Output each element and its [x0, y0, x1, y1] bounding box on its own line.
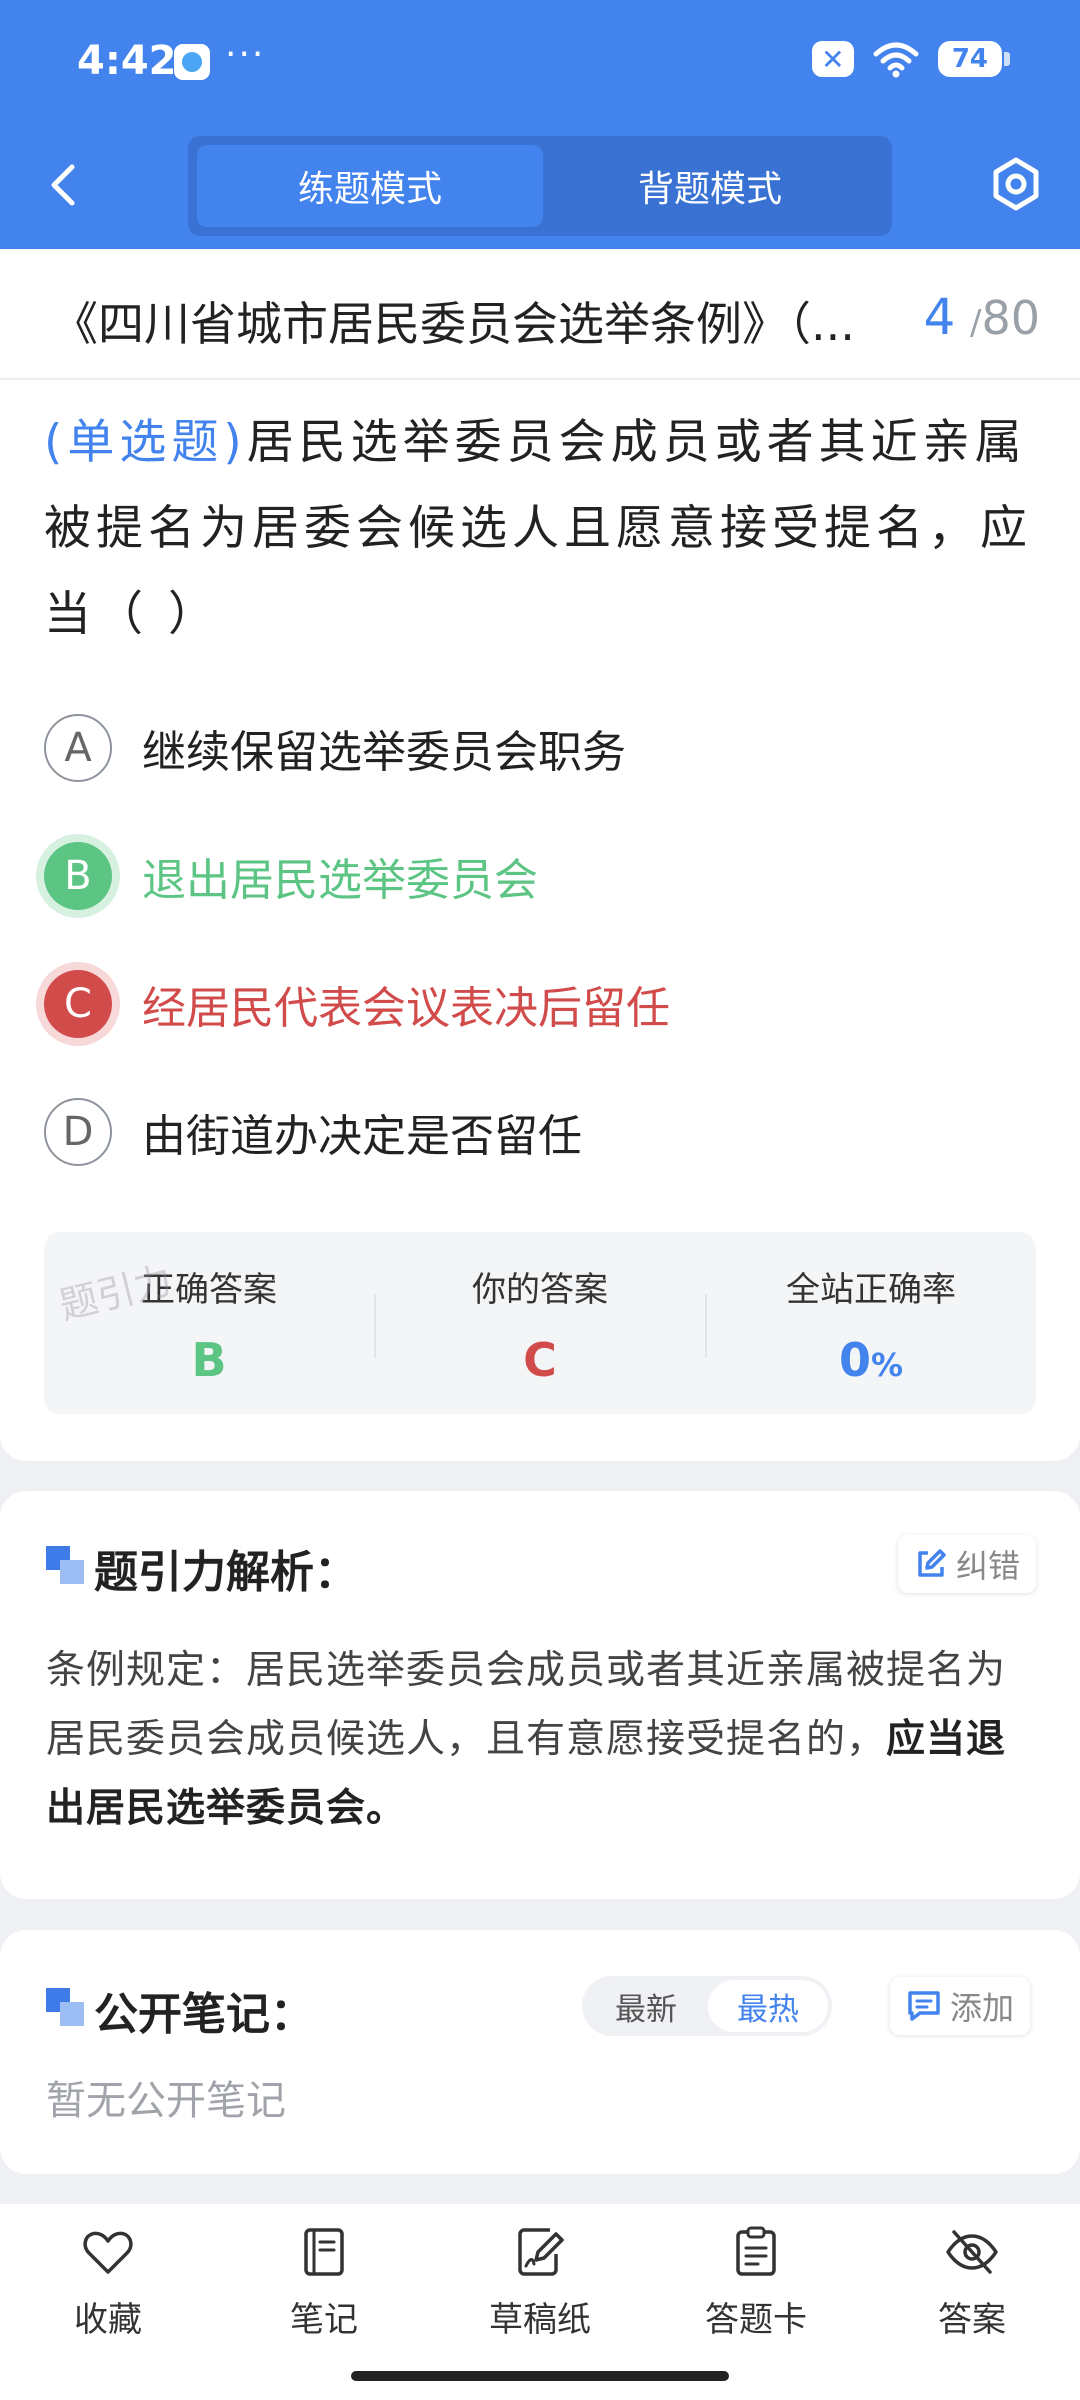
status-time: 4:42 — [77, 38, 177, 84]
collect-label: 收藏 — [74, 2300, 142, 2340]
divider — [0, 378, 1080, 380]
collect-button[interactable]: 收藏 — [28, 2224, 188, 2341]
wifi-icon — [873, 42, 919, 78]
accuracy-rate-unit: % — [870, 1346, 904, 1384]
mode-toggle: 练题模式 背题模式 — [188, 136, 892, 236]
battery-indicator: 74 — [937, 41, 1011, 77]
analysis-text: 条例规定：居民选举委员会成员或者其近亲属被提名为居民委员会成员候选人，且有意愿接… — [46, 1636, 1036, 1843]
your-answer-value: C — [523, 1333, 557, 1387]
option-text: 继续保留选举委员会职务 — [142, 727, 626, 778]
option-letter: B — [44, 842, 112, 910]
option-d[interactable]: D 由街道办决定是否留任 — [44, 1098, 582, 1166]
section-icon — [46, 1988, 84, 2026]
public-notes-card — [0, 1930, 1080, 2174]
report-error-label: 纠错 — [956, 1547, 1021, 1585]
draft-pencil-icon — [518, 2228, 564, 2276]
analysis-title: 题引力解析： — [94, 1547, 358, 1598]
question-type-label: (单选题) — [44, 415, 247, 470]
accuracy-rate-number: 0 — [838, 1333, 871, 1387]
app-notification-icon — [174, 44, 210, 80]
tab-memorize-mode[interactable]: 背题模式 — [537, 145, 883, 227]
home-indicator[interactable] — [351, 2371, 729, 2381]
back-arrow-icon[interactable] — [38, 155, 88, 215]
section-icon — [46, 1546, 84, 1584]
eye-off-icon — [946, 2230, 998, 2274]
question-progress: 4 /80 — [924, 288, 1040, 346]
progress-separator: / — [969, 303, 982, 343]
draft-paper-button[interactable]: 草稿纸 — [460, 2224, 620, 2341]
option-letter: C — [44, 970, 112, 1038]
accuracy-rate-label: 全站正确率 — [786, 1270, 956, 1310]
option-b-correct[interactable]: B 退出居民选举委员会 — [44, 842, 538, 910]
accuracy-rate-stat: 全站正确率 0% — [706, 1262, 1036, 1387]
mute-icon: ✕ — [811, 41, 854, 77]
notes-title: 公开笔记： — [94, 1989, 314, 2040]
question-text: (单选题)居民选举委员会成员或者其近亲属被提名为居委会候选人且愿意接受提名，应当… — [44, 400, 1044, 658]
analysis-body: 条例规定：居民选举委员会成员或者其近亲属被提名为居民委员会成员候选人，且有意愿接… — [46, 1648, 1007, 1762]
accuracy-rate-value: 0% — [706, 1333, 1036, 1387]
notes-button[interactable]: 笔记 — [244, 2224, 404, 2341]
status-icons: ✕ 74 — [811, 40, 1011, 78]
correct-answer-value: B — [191, 1333, 227, 1387]
current-question-number: 4 — [923, 288, 956, 346]
answer-card-label: 答题卡 — [705, 2300, 807, 2340]
add-note-button[interactable]: 添加 — [890, 1977, 1031, 2035]
edit-icon — [918, 1549, 946, 1577]
option-text: 由街道办决定是否留任 — [142, 1111, 582, 1162]
option-c-wrong[interactable]: C 经居民代表会议表决后留任 — [44, 970, 670, 1038]
option-letter: D — [44, 1098, 112, 1166]
option-a[interactable]: A 继续保留选举委员会职务 — [44, 714, 626, 782]
add-note-label: 添加 — [950, 1989, 1015, 2027]
notes-sort-toggle: 最新 最热 — [582, 1976, 832, 2036]
notes-label: 笔记 — [290, 2300, 358, 2340]
clipboard-icon — [736, 2226, 776, 2276]
document-title: 《四川省城市居民委员会选举条例》（... — [52, 297, 855, 351]
total-questions: 80 — [981, 291, 1040, 345]
your-answer-label: 你的答案 — [472, 1270, 608, 1310]
show-answer-button[interactable]: 答案 — [892, 2224, 1052, 2341]
heart-icon — [83, 2231, 133, 2274]
settings-hexagon-icon[interactable] — [988, 154, 1044, 214]
draft-paper-label: 草稿纸 — [489, 2300, 591, 2340]
sort-hottest[interactable]: 最热 — [708, 1980, 828, 2032]
option-text: 经居民代表会议表决后留任 — [142, 983, 670, 1034]
more-notifications-icon: ··· — [225, 34, 266, 75]
option-text: 退出居民选举委员会 — [142, 855, 538, 906]
empty-notes-text: 暂无公开笔记 — [46, 2078, 286, 2124]
notebook-icon — [304, 2228, 344, 2276]
show-answer-label: 答案 — [938, 2300, 1006, 2340]
answer-summary: 正确答案 B 你的答案 C 全站正确率 0% — [44, 1232, 1036, 1414]
option-letter: A — [44, 714, 112, 782]
report-error-button[interactable]: 纠错 — [898, 1535, 1037, 1593]
comment-icon — [908, 1991, 940, 2021]
your-answer-stat: 你的答案 C — [375, 1262, 705, 1387]
top-app-bar: 4:42 ··· ✕ 74 练题模式 背题模式 — [0, 0, 1080, 249]
tab-practice-mode[interactable]: 练题模式 — [197, 145, 543, 227]
sort-latest[interactable]: 最新 — [586, 1980, 706, 2032]
answer-card-button[interactable]: 答题卡 — [676, 2224, 836, 2341]
